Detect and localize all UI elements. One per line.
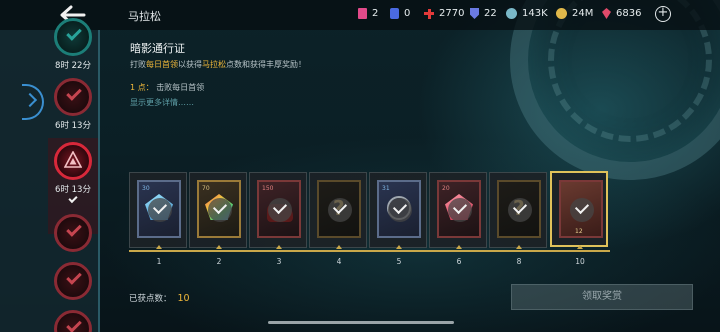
claimed-check-icon	[448, 198, 472, 222]
level-number: 5	[396, 257, 402, 266]
reward-card[interactable]: 20	[429, 172, 487, 248]
card-frame: 20	[437, 180, 481, 238]
boss-icon	[64, 151, 82, 168]
expand-arrow-button[interactable]	[22, 84, 44, 120]
level-number: 8	[516, 257, 522, 266]
level-marker	[276, 245, 282, 249]
tier-item[interactable]: 6时 13分	[48, 78, 98, 131]
check-icon	[66, 25, 82, 41]
reward-card[interactable]: 150	[249, 172, 307, 248]
level-number: 4	[336, 257, 342, 266]
tier-badge	[54, 214, 92, 252]
level-marker	[396, 245, 402, 249]
claimed-check-icon	[328, 198, 352, 222]
card-frame: 12	[559, 180, 603, 238]
reward-card[interactable]: 31	[369, 172, 427, 248]
claimed-check-icon	[148, 198, 172, 222]
reward-card[interactable]: ?	[309, 172, 367, 248]
reward-card[interactable]: 30	[129, 172, 187, 248]
level-number: 1	[156, 257, 162, 266]
reward-amount: 70	[202, 185, 210, 192]
plus-cross-icon	[424, 8, 434, 19]
card-frame: ?	[317, 180, 361, 238]
level-marker	[336, 245, 342, 249]
reward-amount: 30	[142, 185, 150, 192]
claimed-check-icon	[268, 198, 292, 222]
pass-description: 打败每日首领以获得马拉松点数和获得丰厚奖励！	[130, 60, 306, 69]
tier-sidebar[interactable]: 8时 22分 6时 13分 6时 13分	[0, 18, 100, 332]
card-frame: 30	[137, 180, 181, 238]
tier-time: 6时 13分	[55, 121, 91, 131]
level-number: 6	[456, 257, 462, 266]
plus-circle-icon[interactable]: +	[655, 6, 671, 22]
reward-card-selected[interactable]: 12	[550, 171, 608, 247]
resource-energy[interactable]: 2770	[424, 8, 464, 19]
tier-item[interactable]	[48, 262, 98, 300]
level-marker	[156, 245, 162, 249]
progress-track	[129, 250, 610, 252]
reward-card[interactable]: 70	[189, 172, 247, 248]
card-frame: 70	[197, 180, 241, 238]
level-marker	[577, 245, 583, 249]
reward-amount: 31	[382, 185, 390, 192]
claimed-check-icon	[208, 198, 232, 222]
earned-points: 已获点数： 10	[129, 293, 190, 304]
tier-item[interactable]	[48, 310, 98, 332]
tier-item[interactable]: 8时 22分	[48, 18, 98, 71]
tier-time: 8时 22分	[55, 61, 91, 71]
pass-title: 暗影通行证	[130, 42, 185, 55]
gem-icon	[602, 8, 611, 19]
orb-icon	[506, 8, 517, 19]
level-marker	[516, 245, 522, 249]
check-icon	[66, 85, 82, 101]
ticket-icon	[358, 8, 367, 19]
level-marker	[216, 245, 222, 249]
shield-icon	[470, 8, 479, 19]
claim-reward-button[interactable]: 领取奖赏	[511, 284, 693, 310]
claimed-check-icon	[508, 198, 532, 222]
tier-badge	[54, 262, 92, 300]
check-icon	[66, 317, 82, 332]
reward-amount: 12	[575, 228, 583, 235]
point-rule: 1 点： 击败每日首领	[130, 83, 205, 92]
reward-card[interactable]: ?	[489, 172, 547, 248]
tier-badge	[54, 310, 92, 332]
resource-tickets[interactable]: 2	[358, 8, 378, 19]
card-frame: 31	[377, 180, 421, 238]
card-frame: ?	[497, 180, 541, 238]
resource-gems[interactable]: 6836	[602, 8, 641, 19]
home-indicator	[268, 321, 454, 324]
tier-item-active[interactable]: 6时 13分	[48, 142, 98, 204]
tier-badge	[54, 142, 92, 180]
resource-coins[interactable]: 24M	[556, 8, 593, 19]
sidebar-rail	[98, 30, 100, 332]
top-bar: 马拉松 2 0 2770 22 143K 24M 6836 +	[0, 0, 720, 30]
resource-shields[interactable]: 22	[470, 8, 497, 19]
reward-amount: 20	[442, 185, 450, 192]
coin-icon	[556, 8, 567, 19]
level-marker	[456, 245, 462, 249]
level-number: 2	[216, 257, 222, 266]
level-number: 3	[276, 257, 282, 266]
reward-track: 30 70 150 ? 31	[129, 171, 609, 250]
level-number: 10	[575, 257, 585, 266]
tier-item[interactable]	[48, 214, 98, 252]
check-icon	[66, 269, 82, 285]
tier-badge	[54, 18, 92, 56]
resource-cards[interactable]: 0	[390, 8, 410, 19]
resource-orbs[interactable]: 143K	[506, 8, 548, 19]
card-icon	[390, 8, 399, 19]
claimed-check-icon	[388, 198, 412, 222]
tier-badge	[54, 78, 92, 116]
claimed-check-icon	[570, 198, 594, 222]
card-frame: 150	[257, 180, 301, 238]
chevron-right-icon	[22, 92, 38, 108]
page-title: 马拉松	[128, 10, 161, 23]
reward-amount: 150	[262, 185, 274, 192]
show-more-link[interactable]: 显示更多详情……	[130, 97, 194, 108]
check-icon	[66, 221, 82, 237]
